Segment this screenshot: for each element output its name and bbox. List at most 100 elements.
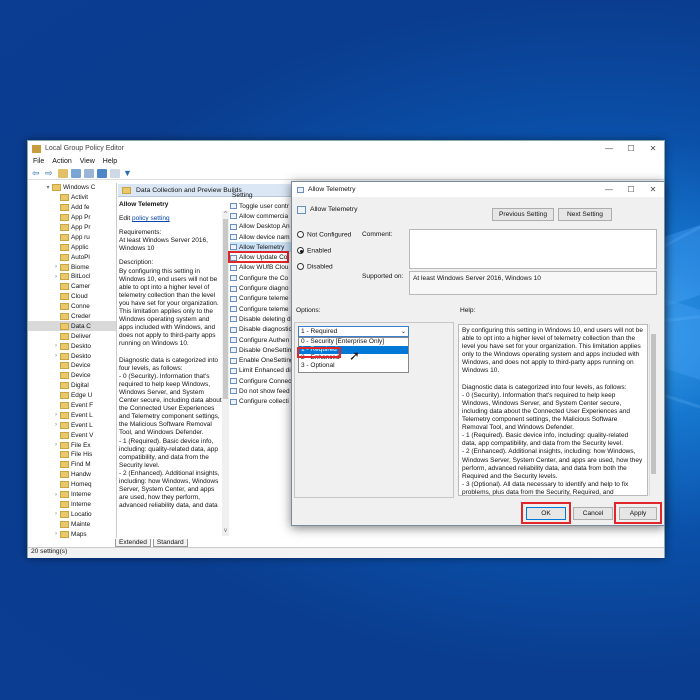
tree-item[interactable]: › Event L — [28, 410, 116, 420]
tree-item[interactable]: Add fe — [28, 203, 116, 213]
setting-label: Configure collecti — [239, 398, 289, 406]
radio-enabled[interactable]: Enabled — [297, 247, 331, 254]
tree-item[interactable]: › Interne — [28, 490, 116, 500]
description-pane: Allow Telemetry Edit policy setting Requ… — [118, 201, 224, 534]
expand-caret-icon[interactable]: › — [52, 264, 60, 270]
radio-circle[interactable] — [297, 231, 304, 238]
tree-item[interactable]: › File Ex — [28, 440, 116, 450]
previous-setting-button[interactable]: Previous Setting — [492, 208, 554, 221]
expand-caret-icon[interactable]: › — [52, 412, 60, 418]
tree-item[interactable]: Deliver — [28, 331, 116, 341]
tree-item[interactable]: › Locatio — [28, 509, 116, 519]
tree-item[interactable]: Activit — [28, 193, 116, 203]
menu-bar: File Action View Help — [28, 156, 664, 167]
dialog-maximize-button[interactable]: ☐ — [620, 185, 642, 194]
tree-item[interactable]: Event F — [28, 401, 116, 411]
scroll-down-icon[interactable]: v — [222, 528, 229, 536]
menu-view[interactable]: View — [80, 158, 95, 165]
tree-item[interactable]: File His — [28, 450, 116, 460]
tree-item[interactable]: Mainte — [28, 519, 116, 529]
expand-caret-icon[interactable]: › — [52, 531, 60, 537]
tree-item[interactable]: › Deskto — [28, 341, 116, 351]
dialog-minimize-button[interactable]: — — [598, 185, 620, 194]
help-icon[interactable] — [97, 168, 107, 178]
tree-item[interactable]: Homeq — [28, 480, 116, 490]
radio-not-configured[interactable]: Not Configured — [297, 231, 351, 238]
expand-caret-icon[interactable]: › — [52, 274, 60, 280]
expand-caret-icon[interactable]: › — [52, 511, 60, 517]
tree-item[interactable]: App Pr — [28, 223, 116, 233]
edit-prefix: Edit — [119, 215, 133, 223]
expand-caret-icon[interactable]: › — [52, 492, 60, 498]
menu-file[interactable]: File — [33, 158, 44, 165]
help-scroll-thumb[interactable] — [651, 334, 656, 474]
dropdown-option[interactable]: 0 - Security [Enterprise Only] — [299, 338, 408, 346]
tree-item[interactable]: › Event L — [28, 420, 116, 430]
tree-item[interactable]: › Deskto — [28, 351, 116, 361]
tab-extended[interactable]: Extended — [115, 539, 151, 547]
cancel-button[interactable]: Cancel — [573, 507, 613, 520]
tree-item[interactable]: ▾ Windows C — [28, 183, 116, 193]
radio-disabled[interactable]: Disabled — [297, 263, 333, 270]
show-hide-tree-icon[interactable] — [71, 168, 81, 178]
comment-textbox[interactable] — [409, 229, 657, 269]
menu-help[interactable]: Help — [103, 158, 117, 165]
dialog-heading: Allow Telemetry — [310, 206, 358, 213]
tree-item[interactable]: Edge U — [28, 391, 116, 401]
maximize-button[interactable]: ☐ — [620, 144, 642, 153]
folder-icon — [60, 431, 69, 439]
expand-caret-icon[interactable]: › — [52, 422, 60, 428]
scroll-up-icon[interactable]: ^ — [222, 211, 229, 219]
tree-item[interactable]: › Maps — [28, 529, 116, 538]
tree-item[interactable]: Handw — [28, 470, 116, 480]
tree-item[interactable]: Cloud — [28, 292, 116, 302]
setting-icon — [230, 244, 237, 251]
tree-item[interactable]: AutoPl — [28, 252, 116, 262]
tree-item[interactable]: Applic — [28, 242, 116, 252]
folder-icon — [60, 530, 69, 538]
tree-item[interactable]: App Pr — [28, 213, 116, 223]
expand-caret-icon[interactable]: › — [52, 353, 60, 359]
properties-icon[interactable] — [110, 168, 120, 178]
tree-item[interactable]: Event V — [28, 430, 116, 440]
help-scrollbar[interactable] — [649, 324, 657, 496]
tree-item[interactable]: Conne — [28, 302, 116, 312]
dropdown-option[interactable]: 3 - Optional — [299, 362, 408, 370]
tree-item[interactable]: › BitLocl — [28, 272, 116, 282]
telemetry-level-select[interactable]: 1 - Required ⌄ — [298, 326, 409, 337]
settings-column-header[interactable]: Setting — [232, 192, 253, 199]
tree-item[interactable]: › Biome — [28, 262, 116, 272]
back-arrow-icon[interactable]: ⇦ — [32, 168, 42, 178]
tree-item[interactable]: Digital — [28, 381, 116, 391]
radio-circle-checked[interactable] — [297, 247, 304, 254]
expand-caret-icon[interactable]: › — [52, 442, 60, 448]
tree-item[interactable]: Device — [28, 361, 116, 371]
folder-icon — [60, 481, 69, 489]
tree-item[interactable]: Device — [28, 371, 116, 381]
export-list-icon[interactable] — [84, 168, 94, 178]
policy-setting-link[interactable]: policy setting — [132, 215, 170, 222]
ok-button[interactable]: OK — [526, 507, 566, 520]
expand-caret-icon[interactable]: › — [52, 343, 60, 349]
folder-up-icon[interactable] — [58, 168, 68, 178]
filter-icon[interactable]: ▼ — [123, 168, 133, 178]
tree-item[interactable]: Interne — [28, 500, 116, 510]
setting-icon — [230, 398, 237, 405]
tree-item[interactable]: Camer — [28, 282, 116, 292]
close-button[interactable]: ✕ — [642, 144, 664, 153]
tree-item[interactable]: App ru — [28, 232, 116, 242]
dialog-close-button[interactable]: ✕ — [642, 185, 664, 194]
menu-action[interactable]: Action — [52, 158, 71, 165]
scroll-thumb[interactable] — [223, 219, 228, 399]
tree-item[interactable]: Data C — [28, 321, 116, 332]
forward-arrow-icon[interactable]: ⇨ — [45, 168, 55, 178]
tree-item[interactable]: Find M — [28, 460, 116, 470]
tab-standard[interactable]: Standard — [152, 539, 188, 547]
expand-caret-icon[interactable]: ▾ — [44, 184, 52, 191]
radio-circle[interactable] — [297, 263, 304, 270]
options-label: Options: — [296, 307, 321, 314]
apply-button[interactable]: Apply — [619, 507, 657, 520]
tree-item[interactable]: Creder — [28, 312, 116, 322]
next-setting-button[interactable]: Next Setting — [558, 208, 612, 221]
minimize-button[interactable]: — — [598, 144, 620, 153]
